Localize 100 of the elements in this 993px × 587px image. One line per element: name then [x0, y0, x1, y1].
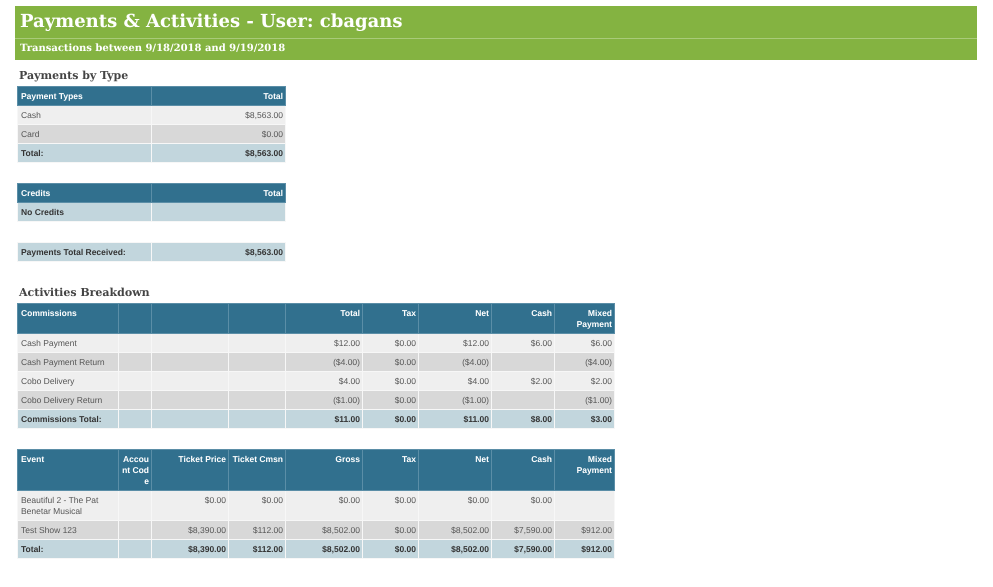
section-heading: Payments by Type	[19, 69, 130, 83]
table-cell	[118, 390, 152, 410]
table-cell: $0.00	[152, 490, 228, 520]
table-cell: $8.00	[492, 410, 554, 428]
table-cell: Beautiful 2 - The Pat Benetar Musical	[18, 490, 118, 520]
table-cell: $8,502.00	[286, 520, 362, 540]
table-cell: $8,563.00	[152, 106, 286, 124]
table-cell: $4.00	[286, 372, 362, 390]
table-cell: $112.00	[228, 540, 286, 558]
table-cell: ($1.00)	[554, 390, 614, 410]
table-cell: $2.00	[492, 372, 554, 390]
column-header: Gross	[286, 450, 362, 490]
table-cell	[118, 540, 152, 558]
table-cell: $0.00	[362, 490, 418, 520]
table-cell: $8,563.00	[152, 144, 286, 162]
column-header: Credits	[18, 184, 152, 202]
table-cell	[492, 390, 554, 410]
column-header: Mixed Payment	[554, 450, 614, 490]
column-header: Total	[152, 86, 286, 106]
table-cell: $8,390.00	[152, 520, 228, 540]
report-subtitle: Transactions between 9/18/2018 and 9/19/2018	[15, 38, 977, 60]
table-cell: $912.00	[554, 520, 614, 540]
header-cell	[118, 304, 152, 334]
table-cell: Cobo Delivery	[18, 372, 118, 390]
column-header: Ticket Cmsn	[228, 450, 286, 490]
table-cell: ($4.00)	[418, 352, 492, 372]
table-cell	[228, 334, 286, 352]
table-cell: $912.00	[554, 540, 614, 558]
column-header: Total	[152, 184, 286, 202]
table-cell: $0.00	[418, 490, 492, 520]
table-cell: $0.00	[362, 352, 418, 372]
table-cell	[118, 334, 152, 352]
section-heading: Activities Breakdown	[19, 286, 151, 300]
table-cell: $12.00	[418, 334, 492, 352]
table-cell: $4.00	[418, 372, 492, 390]
table-cell: $0.00	[286, 490, 362, 520]
table-cell: No Credits	[18, 202, 152, 222]
table-cell	[228, 410, 286, 428]
table-cell: Test Show 123	[18, 520, 118, 540]
table-cell: $8,502.00	[286, 540, 362, 558]
table-cell: $8,390.00	[152, 540, 228, 558]
table-cell: $8,502.00	[418, 540, 492, 558]
report-title: Payments & Activities - User: cbagans	[19, 10, 404, 34]
table-cell: $11.00	[286, 410, 362, 428]
table-cell: Total:	[18, 144, 152, 162]
table-cell: $7,590.00	[492, 540, 554, 558]
table-cell: $0.00	[362, 390, 418, 410]
table-cell	[118, 520, 152, 540]
column-header: Cash	[492, 304, 554, 334]
table-cell: Payments Total Received:	[18, 242, 152, 262]
column-header: Account Code	[118, 450, 152, 490]
column-header: Tax	[362, 450, 418, 490]
column-header: Net	[418, 304, 492, 334]
table-cell	[118, 352, 152, 372]
column-header: Mixed Payment	[554, 304, 614, 334]
table-cell	[118, 372, 152, 390]
table-cell: ($1.00)	[286, 390, 362, 410]
table-cell: Cash	[18, 106, 152, 124]
table-cell	[554, 490, 614, 520]
table-cell: ($4.00)	[286, 352, 362, 372]
table-cell: $0.00	[362, 520, 418, 540]
column-header: Total	[286, 304, 362, 334]
table-cell: Total:	[18, 540, 118, 558]
table-cell: $0.00	[492, 490, 554, 520]
table-cell	[118, 490, 152, 520]
table-cell: $0.00	[362, 540, 418, 558]
table-cell: $11.00	[418, 410, 492, 428]
table-cell: Cobo Delivery Return	[18, 390, 118, 410]
column-header: Payment Types	[18, 86, 152, 106]
table-cell: $2.00	[554, 372, 614, 390]
table-cell: Commissions Total:	[18, 410, 118, 428]
table-cell: $7,590.00	[492, 520, 554, 540]
table-cell: $0.00	[362, 410, 418, 428]
table-cell	[118, 410, 152, 428]
table-cell: $0.00	[362, 372, 418, 390]
column-header: Tax	[362, 304, 418, 334]
table-cell: $0.00	[362, 334, 418, 352]
table-cell: $12.00	[286, 334, 362, 352]
table-cell: $0.00	[152, 124, 286, 144]
column-header: Ticket Price	[152, 450, 228, 490]
table-cell: Cash Payment	[18, 334, 118, 352]
table-cell	[228, 352, 286, 372]
table-cell: $0.00	[228, 490, 286, 520]
table-cell: Card	[18, 124, 152, 144]
table-cell: $6.00	[492, 334, 554, 352]
table-cell	[228, 390, 286, 410]
table-cell	[492, 352, 554, 372]
column-header: Event	[18, 450, 118, 490]
column-header: Cash	[492, 450, 554, 490]
table-cell: $3.00	[554, 410, 614, 428]
table-cell	[228, 372, 286, 390]
table-cell: $8,502.00	[418, 520, 492, 540]
column-header: Net	[418, 450, 492, 490]
table-cell: $8,563.00	[152, 242, 286, 262]
table-cell: Cash Payment Return	[18, 352, 118, 372]
table-cell: ($4.00)	[554, 352, 614, 372]
table-cell: ($1.00)	[418, 390, 492, 410]
table-cell: $6.00	[554, 334, 614, 352]
table-cell: $112.00	[228, 520, 286, 540]
header-cell	[228, 304, 286, 334]
